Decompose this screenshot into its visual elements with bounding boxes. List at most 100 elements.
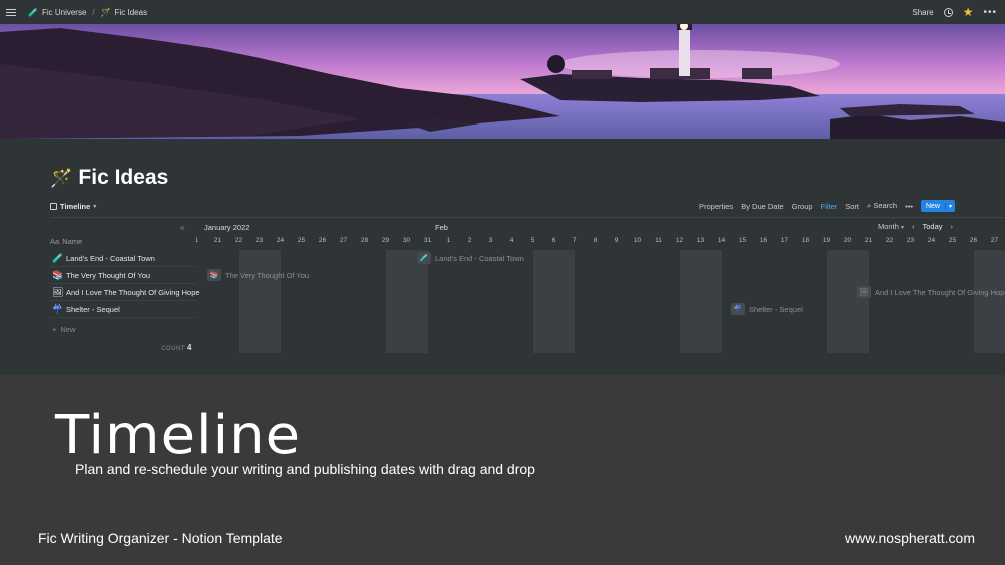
timeline-controls: Month ▾ ‹ Today › <box>878 222 953 231</box>
page-icon: ☔ <box>731 303 745 315</box>
timeline-bar[interactable]: 🖼 And I Love The Thought Of Giving Hope <box>857 285 1005 299</box>
day-label: 1 <box>196 237 199 244</box>
by-due-date-button[interactable]: By Due Date <box>741 202 784 211</box>
day-label: 30 <box>402 237 411 244</box>
day-label: 23 <box>255 237 264 244</box>
table-row[interactable]: 🖼 And I Love The Thought Of Giving Hope <box>50 284 200 301</box>
chevron-left-icon[interactable]: ‹ <box>912 222 915 231</box>
weekend-column <box>827 250 869 353</box>
day-label: 3 <box>488 237 493 244</box>
day-label: 5 <box>530 237 535 244</box>
history-icon[interactable] <box>943 7 953 17</box>
magic-wand-icon[interactable]: 🪄 <box>50 168 72 189</box>
promo-section: Timeline Plan and re-schedule your writi… <box>0 375 1005 565</box>
breadcrumb: 🧪 Fic Universe / 🪄 Fic Ideas <box>28 8 147 17</box>
day-label: 19 <box>822 237 831 244</box>
day-label: 27 <box>990 237 999 244</box>
day-label: 20 <box>843 237 852 244</box>
website-url: www.nospheratt.com <box>845 530 975 546</box>
page-title[interactable]: Fic Ideas <box>78 166 168 190</box>
count-value: 4 <box>187 343 192 352</box>
database-toolbar: Timeline ▾ Properties By Due Date Group … <box>50 199 955 213</box>
breadcrumb-item-fic-ideas[interactable]: Fic Ideas <box>115 8 147 17</box>
search-icon: ⌕ <box>867 201 872 210</box>
day-label: 22 <box>234 237 243 244</box>
toolbar-divider <box>50 217 1005 218</box>
chevron-right-icon[interactable]: › <box>951 222 954 231</box>
timeline-bar[interactable]: 🧪 Land's End - Coastal Town <box>417 251 524 265</box>
day-label: 31 <box>423 237 432 244</box>
day-label: 12 <box>675 237 684 244</box>
bar-label: The Very Thought Of You <box>225 270 310 280</box>
timeline-bar[interactable]: 📚 The Very Thought Of You <box>207 268 309 282</box>
day-label: 24 <box>927 237 936 244</box>
page-icon: 🧪 <box>52 252 64 263</box>
timescale-label: Month <box>878 222 899 231</box>
row-title[interactable]: The Very Thought Of You <box>66 271 150 280</box>
more-options-button[interactable]: ••• <box>983 7 997 18</box>
page-header: 🪄 Fic Ideas <box>50 166 168 190</box>
template-name: Fic Writing Organizer - Notion Template <box>38 530 283 546</box>
day-label: 28 <box>360 237 369 244</box>
text-property-icon: Aa <box>50 237 60 246</box>
today-button[interactable]: Today <box>922 222 942 231</box>
share-button[interactable]: Share <box>912 8 933 17</box>
timeline-bar[interactable]: ☔ Shelter - Sequel <box>731 302 803 316</box>
weekend-column <box>239 250 281 353</box>
bar-label: Shelter - Sequel <box>749 304 803 314</box>
bar-label: Land's End - Coastal Town <box>435 253 524 263</box>
day-label: 2 <box>467 237 472 244</box>
page-icon: ☔ <box>52 303 64 314</box>
column-header-label: Name <box>62 237 83 246</box>
search-label: Search <box>873 201 898 210</box>
weekend-column <box>680 250 722 353</box>
row-title[interactable]: Land's End - Coastal Town <box>66 254 155 263</box>
group-button[interactable]: Group <box>792 202 813 211</box>
day-label: 25 <box>297 237 306 244</box>
new-button-label[interactable]: New <box>921 203 945 210</box>
day-label: 1 <box>446 237 451 244</box>
day-label: 21 <box>864 237 873 244</box>
promo-heading: Timeline <box>55 404 302 467</box>
day-label: 10 <box>633 237 642 244</box>
sort-button[interactable]: Sort <box>845 202 859 211</box>
search-button[interactable]: ⌕ Search <box>867 201 897 211</box>
view-more-button[interactable]: ••• <box>905 202 913 211</box>
table-row[interactable]: 📚 The Very Thought Of You <box>50 267 196 284</box>
day-label: 17 <box>780 237 789 244</box>
day-label: 7 <box>572 237 577 244</box>
day-label: 29 <box>381 237 390 244</box>
view-selector[interactable]: Timeline ▾ <box>50 202 96 211</box>
day-label: 25 <box>948 237 957 244</box>
chevron-down-icon: ▾ <box>93 203 97 210</box>
weekend-column <box>974 250 1005 353</box>
new-button[interactable]: New ▾ <box>920 200 955 212</box>
day-label: 26 <box>318 237 327 244</box>
row-title[interactable]: Shelter - Sequel <box>66 305 120 314</box>
breadcrumb-item-fic-universe[interactable]: Fic Universe <box>42 8 86 17</box>
column-header-name[interactable]: Aa Name <box>50 237 82 246</box>
collapse-table-icon[interactable]: « <box>180 223 184 232</box>
notion-page: 🪄 Fic Ideas Timeline ▾ Properties By Due… <box>0 139 1005 375</box>
day-label: 8 <box>593 237 598 244</box>
day-label: 11 <box>655 237 662 244</box>
top-bar: 🧪 Fic Universe / 🪄 Fic Ideas Share ★ ••• <box>0 0 1005 24</box>
add-row-button[interactable]: + New <box>52 325 75 334</box>
day-label: 18 <box>801 237 810 244</box>
timescale-select[interactable]: Month ▾ <box>878 222 904 231</box>
chevron-down-icon: ▾ <box>900 225 904 231</box>
favorite-star-icon[interactable]: ★ <box>963 6 974 18</box>
timeline-grid[interactable]: January 2022 Feb Month ▾ ‹ Today › 1 21 22… <box>196 219 1005 354</box>
day-label: 22 <box>885 237 894 244</box>
timeline-view-icon <box>50 202 57 210</box>
menu-icon[interactable] <box>6 8 16 16</box>
table-row[interactable]: ☔ Shelter - Sequel <box>50 301 196 318</box>
properties-button[interactable]: Properties <box>699 202 733 211</box>
chevron-down-icon[interactable]: ▾ <box>944 202 955 210</box>
day-label: 23 <box>906 237 915 244</box>
weekend-column <box>533 250 575 353</box>
filter-button[interactable]: Filter <box>821 202 838 211</box>
row-title[interactable]: And I Love The Thought Of Giving Hope <box>66 288 200 297</box>
promo-subheading: Plan and re-schedule your writing and pu… <box>75 461 535 477</box>
table-row[interactable]: 🧪 Land's End - Coastal Town <box>50 250 196 267</box>
